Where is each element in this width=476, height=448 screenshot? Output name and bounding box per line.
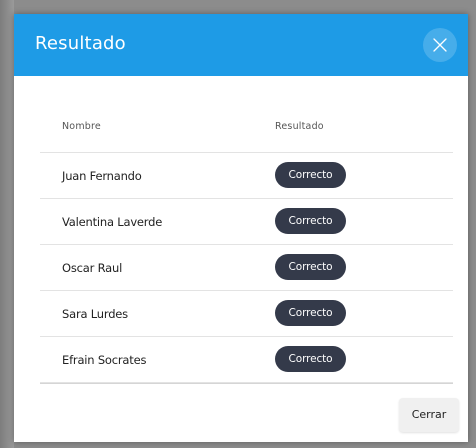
close-button[interactable] — [423, 28, 457, 62]
result-badge: Correcto — [275, 208, 346, 234]
result-badge: Correcto — [275, 254, 346, 280]
table-header: Nombre Resultado — [40, 106, 453, 153]
row-name: Juan Fernando — [62, 169, 142, 183]
table-row: Sara Lurdes Correcto — [40, 291, 453, 337]
row-name: Oscar Raul — [62, 261, 123, 275]
row-name: Valentina Laverde — [62, 215, 163, 229]
results-modal: Resultado Nombre Resultado Juan Fernando… — [14, 14, 468, 442]
cerrar-button[interactable]: Cerrar — [399, 398, 459, 432]
table-row: Juan Fernando Correcto — [40, 153, 453, 199]
result-badge: Correcto — [275, 346, 346, 372]
table-bottom-border — [40, 383, 453, 384]
row-name: Sara Lurdes — [62, 307, 128, 321]
result-badge: Correcto — [275, 300, 346, 326]
column-header-name: Nombre — [62, 121, 101, 132]
results-table: Nombre Resultado Juan Fernando Correcto … — [40, 106, 453, 384]
table-row: Efrain Socrates Correcto — [40, 337, 453, 383]
modal-title: Resultado — [35, 33, 126, 54]
table-row: Valentina Laverde Correcto — [40, 199, 453, 245]
backdrop-edge — [0, 0, 14, 448]
modal-header: Resultado — [14, 14, 468, 76]
close-icon — [433, 38, 447, 52]
table-row: Oscar Raul Correcto — [40, 245, 453, 291]
column-header-result: Resultado — [275, 121, 324, 132]
result-badge: Correcto — [275, 162, 346, 188]
row-name: Efrain Socrates — [62, 353, 147, 367]
